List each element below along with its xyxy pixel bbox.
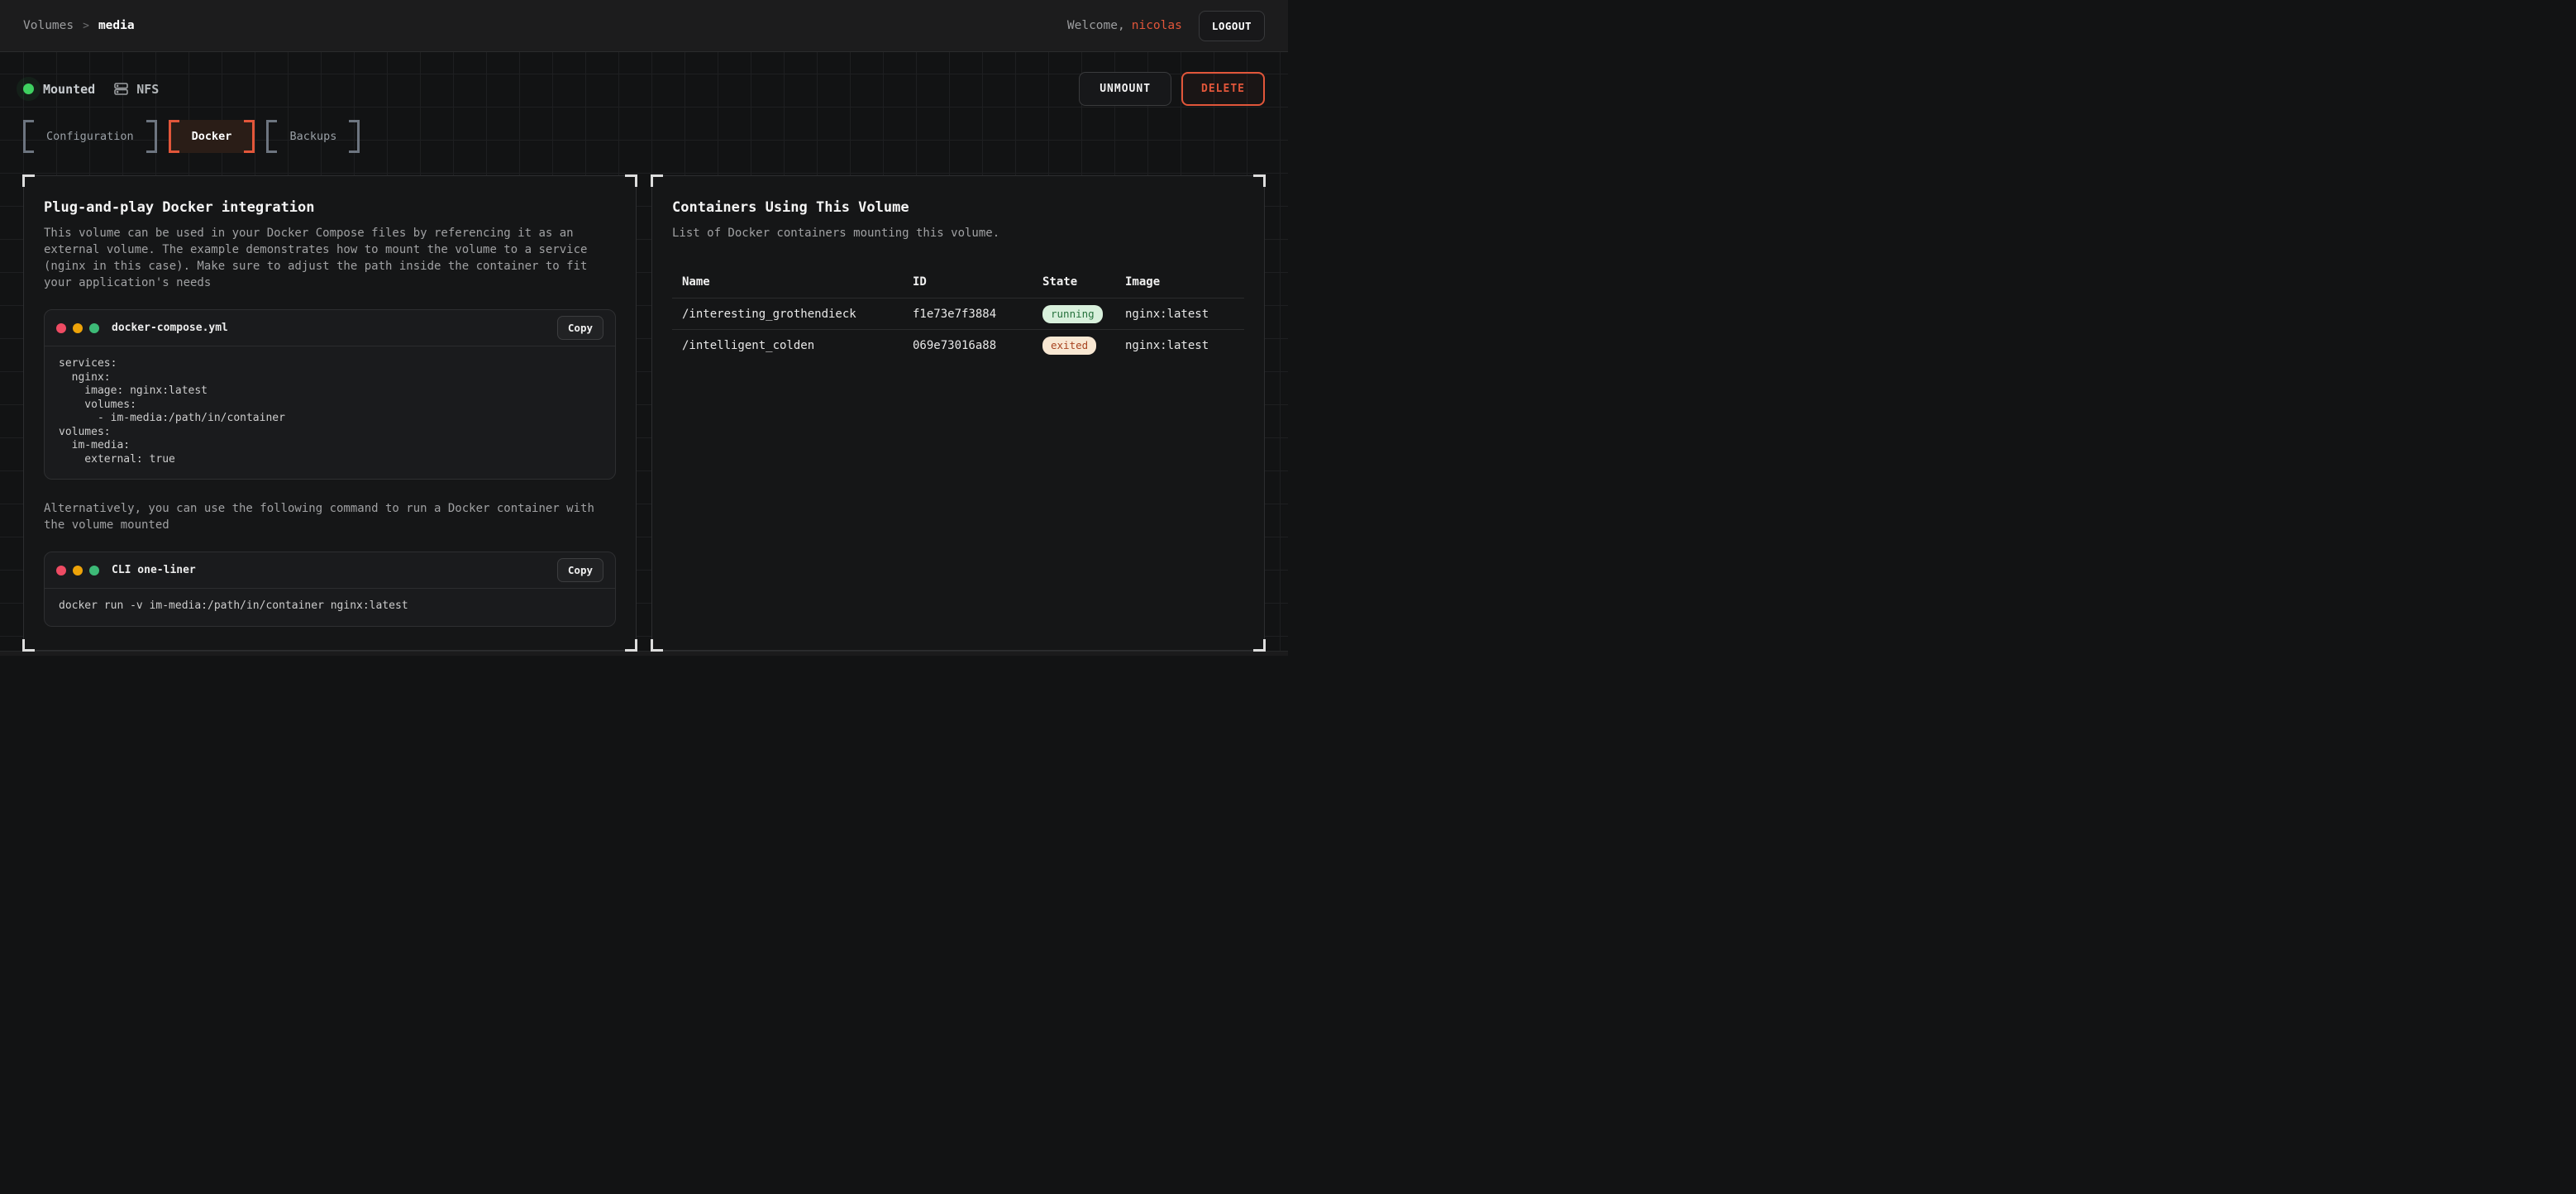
table-row: /intelligent_colden 069e73016a88 exited … bbox=[672, 329, 1244, 361]
panel-corner-icon bbox=[625, 639, 637, 652]
tab-bar: Configuration Docker Backups bbox=[23, 120, 1265, 153]
cli-code-header: CLI one-liner Copy bbox=[45, 552, 615, 588]
container-state: exited bbox=[1042, 337, 1125, 355]
table-body: /interesting_grothendieck f1e73e7f3884 r… bbox=[672, 298, 1244, 361]
breadcrumb-current-volume: media bbox=[98, 19, 135, 32]
window-dots bbox=[56, 323, 99, 333]
panels-container: Plug-and-play Docker integration This vo… bbox=[23, 175, 1265, 651]
panel-corner-icon bbox=[651, 174, 663, 187]
column-header-state: State bbox=[1042, 275, 1125, 289]
container-state: running bbox=[1042, 305, 1125, 323]
unmount-button[interactable]: UNMOUNT bbox=[1079, 72, 1171, 106]
username-text: nicolas bbox=[1132, 19, 1182, 32]
container-name: /intelligent_colden bbox=[682, 339, 913, 352]
status-badge: running bbox=[1042, 305, 1103, 323]
delete-button[interactable]: DELETE bbox=[1181, 72, 1265, 106]
tab-backups[interactable]: Backups bbox=[266, 120, 360, 153]
compose-copy-button[interactable]: Copy bbox=[557, 316, 603, 340]
traffic-light-red-icon bbox=[56, 566, 66, 576]
container-id: f1e73e7f3884 bbox=[913, 308, 1042, 321]
traffic-light-green-icon bbox=[89, 566, 99, 576]
compose-filename: docker-compose.yml bbox=[112, 322, 228, 334]
topbar-right: Welcome, nicolas LOGOUT bbox=[1067, 11, 1265, 41]
cli-code-block: CLI one-liner Copy docker run -v im-medi… bbox=[44, 552, 616, 627]
containers-table: Name ID State Image /interesting_grothen… bbox=[672, 266, 1244, 361]
panel-corner-icon bbox=[22, 639, 35, 652]
panel-corner-icon bbox=[625, 174, 637, 187]
column-header-image: Image bbox=[1125, 275, 1234, 289]
status-badge: exited bbox=[1042, 337, 1096, 355]
welcome-text: Welcome, bbox=[1067, 19, 1125, 32]
fs-type-group: NFS bbox=[113, 81, 159, 97]
container-image: nginx:latest bbox=[1125, 308, 1234, 321]
container-id: 069e73016a88 bbox=[913, 339, 1042, 352]
column-header-id: ID bbox=[913, 275, 1042, 289]
panel-corner-icon bbox=[1253, 174, 1266, 187]
nfs-server-icon bbox=[113, 81, 129, 97]
containers-panel-title: Containers Using This Volume bbox=[672, 199, 1244, 216]
logout-button[interactable]: LOGOUT bbox=[1199, 11, 1265, 41]
docker-panel-description: This volume can be used in your Docker C… bbox=[44, 225, 616, 291]
cli-filename: CLI one-liner bbox=[112, 564, 196, 576]
cli-intro-text: Alternatively, you can use the following… bbox=[44, 500, 616, 533]
breadcrumb-separator-icon: > bbox=[83, 20, 89, 32]
column-header-name: Name bbox=[682, 275, 913, 289]
panel-corner-icon bbox=[651, 639, 663, 652]
compose-code-content: services: nginx: image: nginx:latest vol… bbox=[45, 346, 615, 479]
traffic-light-red-icon bbox=[56, 323, 66, 333]
mount-status-label: Mounted bbox=[43, 82, 95, 97]
table-row: /interesting_grothendieck f1e73e7f3884 r… bbox=[672, 298, 1244, 329]
traffic-light-green-icon bbox=[89, 323, 99, 333]
docker-integration-panel: Plug-and-play Docker integration This vo… bbox=[23, 175, 637, 651]
tab-configuration[interactable]: Configuration bbox=[23, 120, 157, 153]
table-header-row: Name ID State Image bbox=[672, 266, 1244, 298]
cli-code-content: docker run -v im-media:/path/in/containe… bbox=[45, 588, 615, 626]
container-name: /interesting_grothendieck bbox=[682, 308, 913, 321]
traffic-light-amber-icon bbox=[73, 323, 83, 333]
compose-code-block: docker-compose.yml Copy services: nginx:… bbox=[44, 309, 616, 480]
docker-panel-title: Plug-and-play Docker integration bbox=[44, 199, 616, 216]
footer-strip bbox=[0, 651, 1288, 656]
container-image: nginx:latest bbox=[1125, 339, 1234, 352]
traffic-light-amber-icon bbox=[73, 566, 83, 576]
cli-copy-button[interactable]: Copy bbox=[557, 558, 603, 582]
containers-panel: Containers Using This Volume List of Doc… bbox=[651, 175, 1265, 651]
tab-docker[interactable]: Docker bbox=[169, 120, 255, 153]
mounted-status-dot-icon bbox=[23, 84, 34, 94]
breadcrumb-volumes-link[interactable]: Volumes bbox=[23, 19, 74, 32]
compose-code-header: docker-compose.yml Copy bbox=[45, 310, 615, 346]
containers-panel-subtitle: List of Docker containers mounting this … bbox=[672, 225, 1244, 241]
volume-status-row: Mounted NFS UNMOUNT DELETE bbox=[23, 72, 1265, 106]
main-content: Mounted NFS UNMOUNT DELETE Configuration… bbox=[0, 52, 1288, 651]
panel-corner-icon bbox=[22, 174, 35, 187]
breadcrumb: Volumes > media bbox=[23, 19, 135, 32]
top-bar: Volumes > media Welcome, nicolas LOGOUT bbox=[0, 0, 1288, 52]
fs-type-label: NFS bbox=[136, 82, 159, 97]
panel-corner-icon bbox=[1253, 639, 1266, 652]
window-dots bbox=[56, 566, 99, 576]
